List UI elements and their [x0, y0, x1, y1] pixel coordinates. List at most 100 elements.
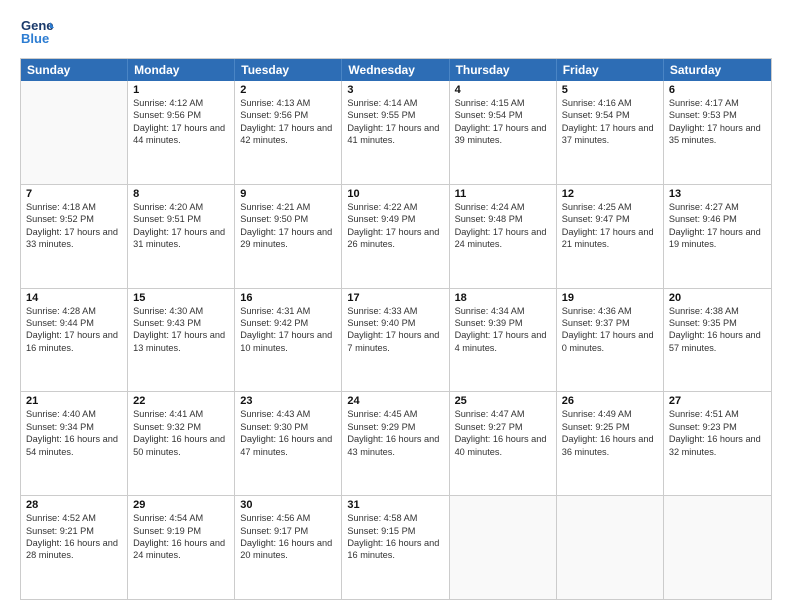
daylight-text: Daylight: 16 hours and 28 minutes.	[26, 537, 122, 562]
sunrise-text: Sunrise: 4:20 AM	[133, 201, 229, 213]
calendar-week-2: 7 Sunrise: 4:18 AM Sunset: 9:52 PM Dayli…	[21, 184, 771, 288]
sunset-text: Sunset: 9:51 PM	[133, 213, 229, 225]
day-cell-11: 11 Sunrise: 4:24 AM Sunset: 9:48 PM Dayl…	[450, 185, 557, 288]
sunrise-text: Sunrise: 4:49 AM	[562, 408, 658, 420]
sunrise-text: Sunrise: 4:31 AM	[240, 305, 336, 317]
daylight-text: Daylight: 17 hours and 13 minutes.	[133, 329, 229, 354]
day-number: 29	[133, 499, 229, 511]
daylight-text: Daylight: 16 hours and 50 minutes.	[133, 433, 229, 458]
daylight-text: Daylight: 16 hours and 24 minutes.	[133, 537, 229, 562]
daylight-text: Daylight: 17 hours and 26 minutes.	[347, 226, 443, 251]
sunset-text: Sunset: 9:30 PM	[240, 421, 336, 433]
daylight-text: Daylight: 17 hours and 41 minutes.	[347, 122, 443, 147]
day-cell-5: 5 Sunrise: 4:16 AM Sunset: 9:54 PM Dayli…	[557, 81, 664, 184]
day-cell-10: 10 Sunrise: 4:22 AM Sunset: 9:49 PM Dayl…	[342, 185, 449, 288]
sunrise-text: Sunrise: 4:47 AM	[455, 408, 551, 420]
daylight-text: Daylight: 16 hours and 32 minutes.	[669, 433, 766, 458]
day-number: 25	[455, 395, 551, 407]
day-number: 12	[562, 188, 658, 200]
daylight-text: Daylight: 16 hours and 20 minutes.	[240, 537, 336, 562]
calendar-header: SundayMondayTuesdayWednesdayThursdayFrid…	[21, 59, 771, 81]
day-cell-16: 16 Sunrise: 4:31 AM Sunset: 9:42 PM Dayl…	[235, 289, 342, 392]
day-cell-1: 1 Sunrise: 4:12 AM Sunset: 9:56 PM Dayli…	[128, 81, 235, 184]
day-number: 4	[455, 84, 551, 96]
day-cell-empty-4-5	[557, 496, 664, 599]
daylight-text: Daylight: 16 hours and 43 minutes.	[347, 433, 443, 458]
sunset-text: Sunset: 9:39 PM	[455, 317, 551, 329]
calendar-body: 1 Sunrise: 4:12 AM Sunset: 9:56 PM Dayli…	[21, 81, 771, 599]
sunset-text: Sunset: 9:29 PM	[347, 421, 443, 433]
sunset-text: Sunset: 9:44 PM	[26, 317, 122, 329]
daylight-text: Daylight: 17 hours and 16 minutes.	[26, 329, 122, 354]
sunset-text: Sunset: 9:40 PM	[347, 317, 443, 329]
sunset-text: Sunset: 9:35 PM	[669, 317, 766, 329]
daylight-text: Daylight: 17 hours and 19 minutes.	[669, 226, 766, 251]
calendar-week-3: 14 Sunrise: 4:28 AM Sunset: 9:44 PM Dayl…	[21, 288, 771, 392]
day-cell-13: 13 Sunrise: 4:27 AM Sunset: 9:46 PM Dayl…	[664, 185, 771, 288]
sunset-text: Sunset: 9:25 PM	[562, 421, 658, 433]
daylight-text: Daylight: 17 hours and 24 minutes.	[455, 226, 551, 251]
sunset-text: Sunset: 9:32 PM	[133, 421, 229, 433]
sunrise-text: Sunrise: 4:16 AM	[562, 97, 658, 109]
sunset-text: Sunset: 9:56 PM	[133, 109, 229, 121]
logo: General Blue	[20, 16, 54, 50]
day-cell-26: 26 Sunrise: 4:49 AM Sunset: 9:25 PM Dayl…	[557, 392, 664, 495]
sunrise-text: Sunrise: 4:34 AM	[455, 305, 551, 317]
sunrise-text: Sunrise: 4:18 AM	[26, 201, 122, 213]
sunrise-text: Sunrise: 4:43 AM	[240, 408, 336, 420]
sunrise-text: Sunrise: 4:27 AM	[669, 201, 766, 213]
day-cell-15: 15 Sunrise: 4:30 AM Sunset: 9:43 PM Dayl…	[128, 289, 235, 392]
daylight-text: Daylight: 17 hours and 31 minutes.	[133, 226, 229, 251]
day-number: 9	[240, 188, 336, 200]
daylight-text: Daylight: 17 hours and 0 minutes.	[562, 329, 658, 354]
day-number: 21	[26, 395, 122, 407]
day-cell-4: 4 Sunrise: 4:15 AM Sunset: 9:54 PM Dayli…	[450, 81, 557, 184]
day-cell-12: 12 Sunrise: 4:25 AM Sunset: 9:47 PM Dayl…	[557, 185, 664, 288]
sunrise-text: Sunrise: 4:51 AM	[669, 408, 766, 420]
header: General Blue	[20, 16, 772, 50]
day-number: 20	[669, 292, 766, 304]
day-cell-25: 25 Sunrise: 4:47 AM Sunset: 9:27 PM Dayl…	[450, 392, 557, 495]
sunset-text: Sunset: 9:49 PM	[347, 213, 443, 225]
sunset-text: Sunset: 9:54 PM	[455, 109, 551, 121]
sunset-text: Sunset: 9:46 PM	[669, 213, 766, 225]
daylight-text: Daylight: 16 hours and 47 minutes.	[240, 433, 336, 458]
day-cell-31: 31 Sunrise: 4:58 AM Sunset: 9:15 PM Dayl…	[342, 496, 449, 599]
day-number: 11	[455, 188, 551, 200]
day-cell-7: 7 Sunrise: 4:18 AM Sunset: 9:52 PM Dayli…	[21, 185, 128, 288]
day-number: 17	[347, 292, 443, 304]
day-cell-6: 6 Sunrise: 4:17 AM Sunset: 9:53 PM Dayli…	[664, 81, 771, 184]
sunset-text: Sunset: 9:27 PM	[455, 421, 551, 433]
daylight-text: Daylight: 17 hours and 10 minutes.	[240, 329, 336, 354]
day-cell-27: 27 Sunrise: 4:51 AM Sunset: 9:23 PM Dayl…	[664, 392, 771, 495]
day-number: 23	[240, 395, 336, 407]
day-cell-21: 21 Sunrise: 4:40 AM Sunset: 9:34 PM Dayl…	[21, 392, 128, 495]
sunrise-text: Sunrise: 4:54 AM	[133, 512, 229, 524]
sunrise-text: Sunrise: 4:40 AM	[26, 408, 122, 420]
day-cell-17: 17 Sunrise: 4:33 AM Sunset: 9:40 PM Dayl…	[342, 289, 449, 392]
page: General Blue SundayMondayTuesdayWednesda…	[0, 0, 792, 612]
day-number: 16	[240, 292, 336, 304]
day-number: 26	[562, 395, 658, 407]
day-number: 24	[347, 395, 443, 407]
day-cell-22: 22 Sunrise: 4:41 AM Sunset: 9:32 PM Dayl…	[128, 392, 235, 495]
weekday-header-sunday: Sunday	[21, 59, 128, 81]
day-number: 15	[133, 292, 229, 304]
sunset-text: Sunset: 9:54 PM	[562, 109, 658, 121]
calendar: SundayMondayTuesdayWednesdayThursdayFrid…	[20, 58, 772, 600]
sunset-text: Sunset: 9:42 PM	[240, 317, 336, 329]
daylight-text: Daylight: 17 hours and 42 minutes.	[240, 122, 336, 147]
daylight-text: Daylight: 17 hours and 4 minutes.	[455, 329, 551, 354]
sunset-text: Sunset: 9:23 PM	[669, 421, 766, 433]
sunset-text: Sunset: 9:15 PM	[347, 525, 443, 537]
day-cell-29: 29 Sunrise: 4:54 AM Sunset: 9:19 PM Dayl…	[128, 496, 235, 599]
day-number: 14	[26, 292, 122, 304]
day-number: 19	[562, 292, 658, 304]
sunset-text: Sunset: 9:21 PM	[26, 525, 122, 537]
day-number: 8	[133, 188, 229, 200]
daylight-text: Daylight: 16 hours and 54 minutes.	[26, 433, 122, 458]
day-number: 5	[562, 84, 658, 96]
sunset-text: Sunset: 9:37 PM	[562, 317, 658, 329]
logo-svg: General Blue	[20, 16, 54, 50]
sunset-text: Sunset: 9:55 PM	[347, 109, 443, 121]
